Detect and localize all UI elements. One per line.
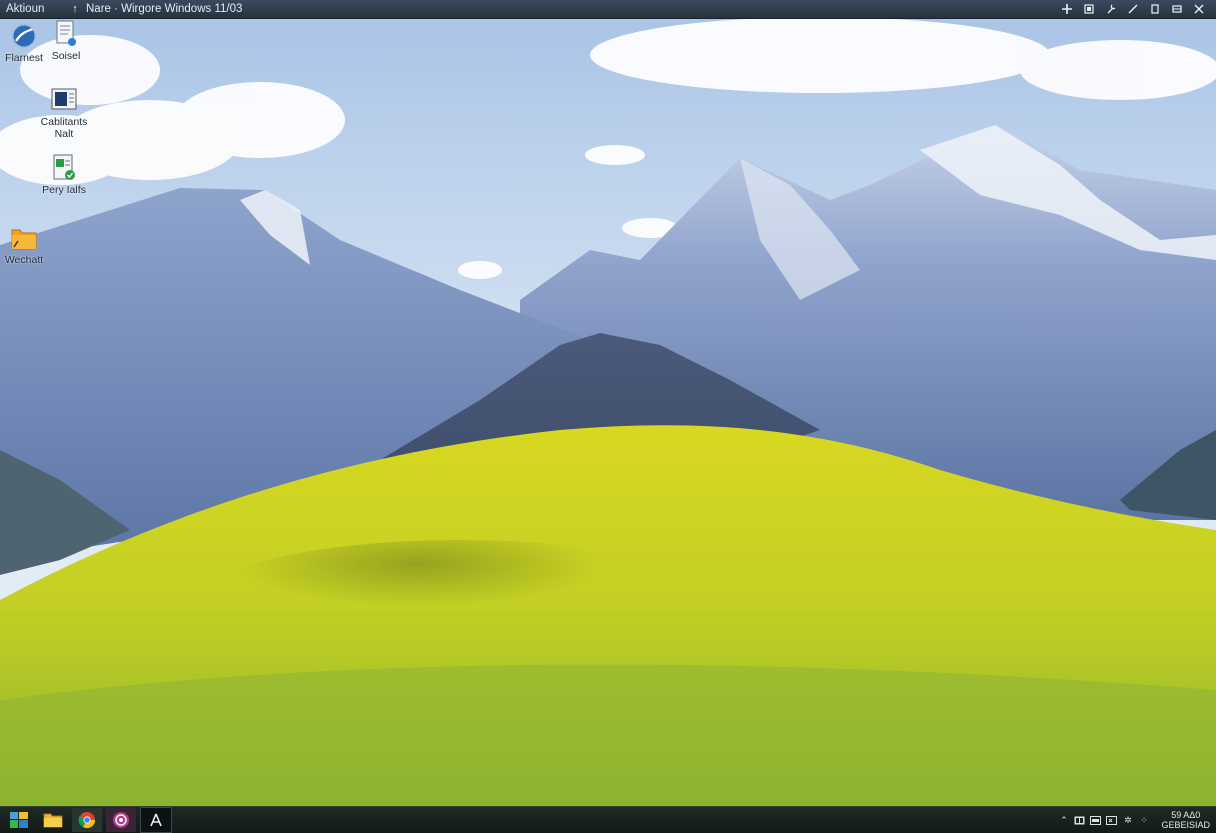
pen-icon[interactable] xyxy=(1122,0,1144,18)
file-explorer-icon[interactable] xyxy=(38,808,68,832)
taskbar: ⌃ ✲ ⁘ 59 ΑΔ0 GEBEISIAD xyxy=(0,806,1216,833)
desktop-icon-label: Pery Ialfs xyxy=(42,184,86,196)
desktop-wallpaper xyxy=(0,0,1216,832)
battery-icon[interactable] xyxy=(1073,814,1086,827)
clock[interactable]: 59 ΑΔ0 GEBEISIAD xyxy=(1161,810,1210,830)
network-icon[interactable] xyxy=(1089,814,1102,827)
monitor-document-icon xyxy=(50,86,78,114)
desktop-icon-pery-ialfs[interactable]: Pery Ialfs xyxy=(32,154,96,196)
settings-icon[interactable]: ✲ xyxy=(1121,814,1134,827)
media-app-icon[interactable] xyxy=(106,808,136,832)
system-tray: ⌃ ✲ ⁘ 59 ΑΔ0 GEBEISIAD xyxy=(1057,810,1216,830)
wrench-icon[interactable] xyxy=(1100,0,1122,18)
volume-icon[interactable] xyxy=(1105,814,1118,827)
restore-small-icon[interactable] xyxy=(1078,0,1100,18)
desktop-icon-wechatt[interactable]: Wechatt xyxy=(0,224,56,266)
pin-icon[interactable] xyxy=(1056,0,1078,18)
up-arrow-icon[interactable]: ↑ xyxy=(64,3,86,15)
document-icon xyxy=(52,20,80,48)
start-icon[interactable] xyxy=(4,808,34,832)
minimize-icon[interactable] xyxy=(1166,0,1188,18)
chrome-icon[interactable] xyxy=(72,808,102,832)
desktop-icon-label: Wechatt xyxy=(4,254,44,266)
wallpaper-landscape xyxy=(0,0,1216,832)
desktop-icon-label: Soisel xyxy=(51,50,81,62)
copy-icon[interactable] xyxy=(1144,0,1166,18)
app-name[interactable]: Aktioun xyxy=(0,3,64,15)
folder-icon xyxy=(10,224,38,252)
clock-date: GEBEISIAD xyxy=(1161,820,1210,830)
desktop-icon-soisel[interactable]: Soisel xyxy=(34,20,98,62)
spreadsheet-icon xyxy=(50,154,78,182)
title-controls xyxy=(1056,0,1216,18)
clock-time: 59 ΑΔ0 xyxy=(1171,810,1201,820)
terminal-icon[interactable] xyxy=(140,807,172,833)
top-title-bar: Aktioun ↑ Nare · Wirgore Windows 11/03 xyxy=(0,0,1216,19)
close-icon[interactable] xyxy=(1188,0,1210,18)
notification-icon[interactable]: ⁘ xyxy=(1137,814,1150,827)
arrow-icon[interactable]: ⌃ xyxy=(1057,814,1070,827)
window-title: Nare · Wirgore Windows 11/03 xyxy=(86,3,243,15)
desktop-icon-cablitants-nalt[interactable]: Cablitants Nalt xyxy=(32,86,96,140)
desktop-icon-label: Cablitants Nalt xyxy=(40,116,88,140)
